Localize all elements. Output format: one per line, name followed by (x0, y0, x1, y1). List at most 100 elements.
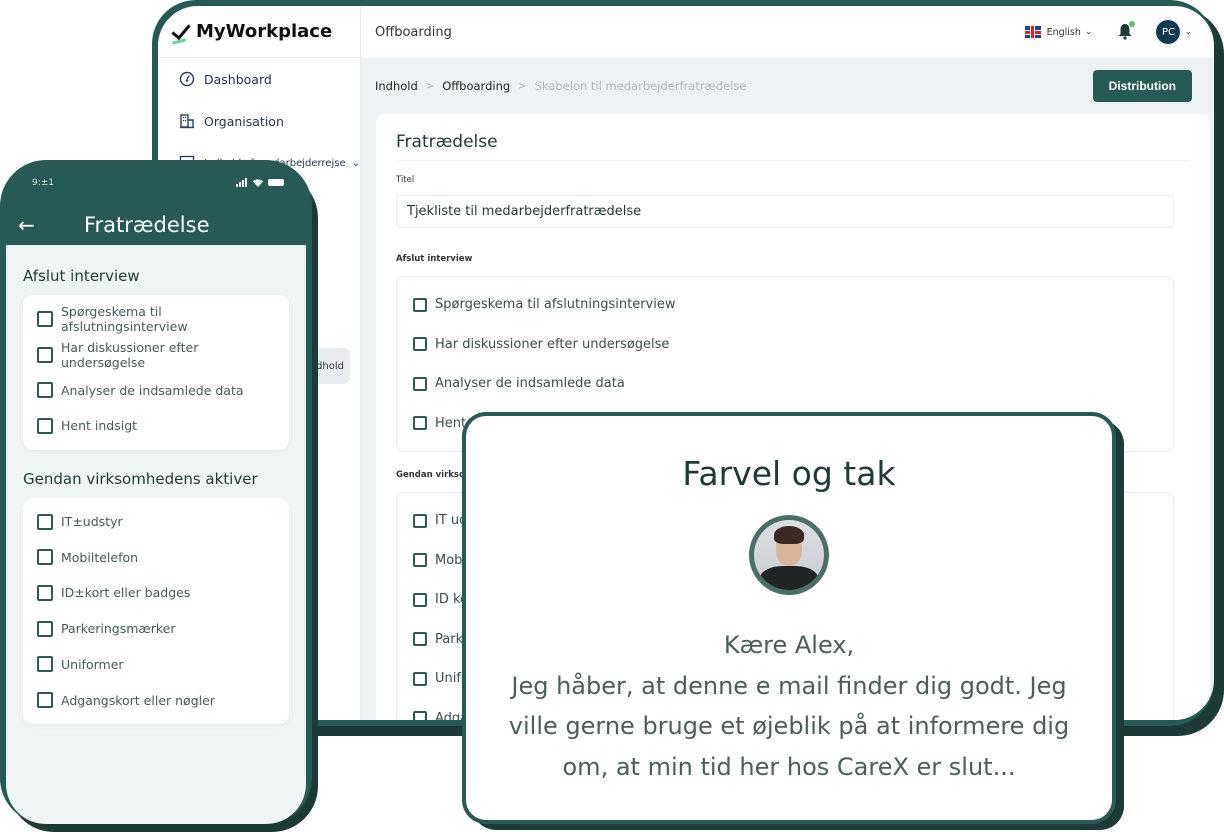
checkbox[interactable] (413, 592, 427, 607)
language-selector[interactable]: English ⌄ (1024, 26, 1093, 38)
phone-status-bar: 9:±1 (6, 160, 306, 205)
checkbox[interactable] (413, 553, 427, 568)
checklist-item[interactable]: Spørgeskema til afslutningsinterview (37, 301, 275, 337)
checklist-item[interactable]: Parkeringsmærker (37, 611, 275, 647)
checkbox[interactable] (413, 297, 427, 312)
checklist-item[interactable]: ID±kort eller badges (37, 575, 275, 611)
checklist-item[interactable]: Spørgeskema til afslutningsinterview (413, 285, 1157, 325)
checklist-item[interactable]: Adgangskort eller nøgler (37, 682, 275, 718)
checklist-item-label: ID±kort eller badges (61, 585, 191, 601)
photo-hair-shape (774, 526, 804, 544)
phone-title: Fratrædelse (84, 213, 210, 237)
brand-logo[interactable]: MyWorkplace (158, 6, 360, 58)
checklist-group: IT±udstyr Mobiltelefon ID±kort eller bad… (23, 497, 289, 724)
sidebar-item-organisation[interactable]: Organisation (158, 100, 360, 142)
dashboard-gauge-icon (178, 70, 196, 88)
sidebar-item-dashboard[interactable]: Dashboard (158, 58, 360, 100)
avatar: PC (1156, 20, 1181, 44)
checkbox[interactable] (37, 346, 53, 363)
phone-header: ← Fratrædelse (6, 205, 306, 245)
checkbox[interactable] (413, 416, 427, 431)
section-label: Afslut interview (396, 254, 473, 264)
checklist-item-label: Har diskussioner efter undersøgelse (61, 339, 199, 370)
chevron-right-icon: > (425, 80, 435, 92)
checklist-item[interactable]: Har diskussioner efter undersøgelse (37, 337, 275, 373)
checklist-item-label: Mobiltelefon (61, 549, 139, 565)
checklist-item[interactable]: Analyser de indsamlede data (413, 364, 1157, 404)
checkbox[interactable] (413, 711, 427, 720)
page-title: Offboarding (375, 24, 452, 40)
checkbox[interactable] (37, 656, 53, 673)
checkbox[interactable] (37, 549, 53, 566)
battery-icon (268, 179, 284, 186)
sidebar-item-label: Organisation (204, 113, 284, 129)
title-label: Titel (396, 175, 415, 185)
checkbox[interactable] (37, 584, 53, 601)
checklist-item-label: IT±udstyr (61, 514, 123, 530)
distribution-button[interactable]: Distribution (1092, 70, 1192, 102)
checklist-item-label: Spørgeskema til afslutningsinterview (61, 303, 188, 334)
topbar: Offboarding English ⌄ PC ⌄ (361, 6, 1214, 58)
farewell-title: Farvel og tak (682, 454, 896, 493)
signal-icon (236, 178, 247, 187)
checkbox[interactable] (413, 376, 427, 391)
title-input-value: Tjekliste til medarbejderfratrædelse (407, 204, 642, 219)
checklist-item[interactable]: Hent indsigt (37, 408, 275, 444)
chevron-down-icon: ⌄ (1084, 27, 1093, 37)
breadcrumb-item[interactable]: Indhold (375, 79, 418, 93)
user-menu[interactable]: PC ⌄ (1156, 20, 1192, 44)
chevron-right-icon: > (518, 80, 527, 92)
checklist-item[interactable]: Analyser de indsamlede data (37, 372, 275, 408)
language-label: English (1046, 26, 1081, 38)
checkbox[interactable] (413, 513, 427, 528)
section-label: Gendan virksomhedens aktiver (23, 469, 258, 488)
checkbox[interactable] (413, 337, 427, 352)
checklist-item-label: Spørgeskema til afslutningsinterview (435, 297, 676, 313)
farewell-body: Jeg håber, at denne e mail finder dig go… (508, 671, 1070, 781)
building-icon (178, 112, 196, 130)
checklist-item[interactable]: Uniformer (37, 647, 275, 683)
farewell-greeting: Kære Alex, (723, 631, 855, 659)
farewell-message: Kære Alex, Jeg håber, at denne e mail fi… (466, 625, 1112, 787)
checkbox[interactable] (413, 671, 427, 686)
sidebar-item-label: Dashboard (204, 71, 272, 87)
phone-mockup: 9:±1 ← Fratrædelse Afslut interview Spør… (0, 160, 312, 824)
notification-button[interactable] (1116, 21, 1136, 41)
checkbox[interactable] (37, 620, 53, 637)
checklist-item-label: Har diskussioner efter undersøgelse (435, 336, 670, 352)
photo-body-shape (760, 566, 818, 590)
checkbox[interactable] (413, 632, 427, 647)
checklist-item-label: Adgangskort eller nøgler (61, 692, 215, 708)
profile-photo (754, 520, 824, 590)
brand-name: MyWorkplace (196, 21, 333, 42)
uk-flag-icon (1024, 26, 1041, 38)
checkbox[interactable] (37, 310, 53, 327)
checklist-group: Spørgeskema til afslutningsinterview Har… (23, 295, 289, 450)
avatar (749, 515, 829, 595)
farewell-card: Farvel og tak Kære Alex, Jeg håber, at d… (462, 412, 1116, 824)
chevron-down-icon: ⌄ (351, 157, 360, 169)
checklist-item-label: Analyser de indsamlede data (435, 376, 625, 392)
section-label: Afslut interview (23, 267, 140, 285)
back-arrow-icon[interactable]: ← (6, 213, 46, 237)
checklist-item[interactable]: IT±udstyr (37, 504, 275, 540)
checklist-item[interactable]: Har diskussioner efter undersøgelse (413, 325, 1157, 365)
checkbox[interactable] (37, 692, 53, 709)
checkbox[interactable] (37, 513, 53, 530)
title-input[interactable]: Tjekliste til medarbejderfratrædelse (396, 195, 1174, 228)
checklist-item-label: Analyser de indsamlede data (61, 382, 244, 398)
wifi-icon (253, 179, 263, 187)
chevron-down-icon: ⌄ (1184, 27, 1192, 37)
checklist-item-label: Parkeringsmærker (61, 621, 176, 637)
breadcrumb-current: Skabelon til medarbejderfratrædelse (534, 79, 747, 93)
status-time: 9:±1 (32, 177, 55, 188)
checklist-item-label: Uniformer (61, 656, 124, 672)
notification-dot (1129, 21, 1136, 27)
breadcrumb-item[interactable]: Offboarding (442, 79, 510, 93)
checkbox[interactable] (37, 382, 53, 399)
checklist-item-label: Hent indsigt (61, 418, 138, 434)
checklist-item[interactable]: Mobiltelefon (37, 539, 275, 575)
farewell-card-content: Farvel og tak Kære Alex, Jeg håber, at d… (466, 416, 1112, 820)
breadcrumb: Indhold > Offboarding > Skabelon til med… (361, 58, 1214, 114)
checkbox[interactable] (37, 417, 53, 434)
